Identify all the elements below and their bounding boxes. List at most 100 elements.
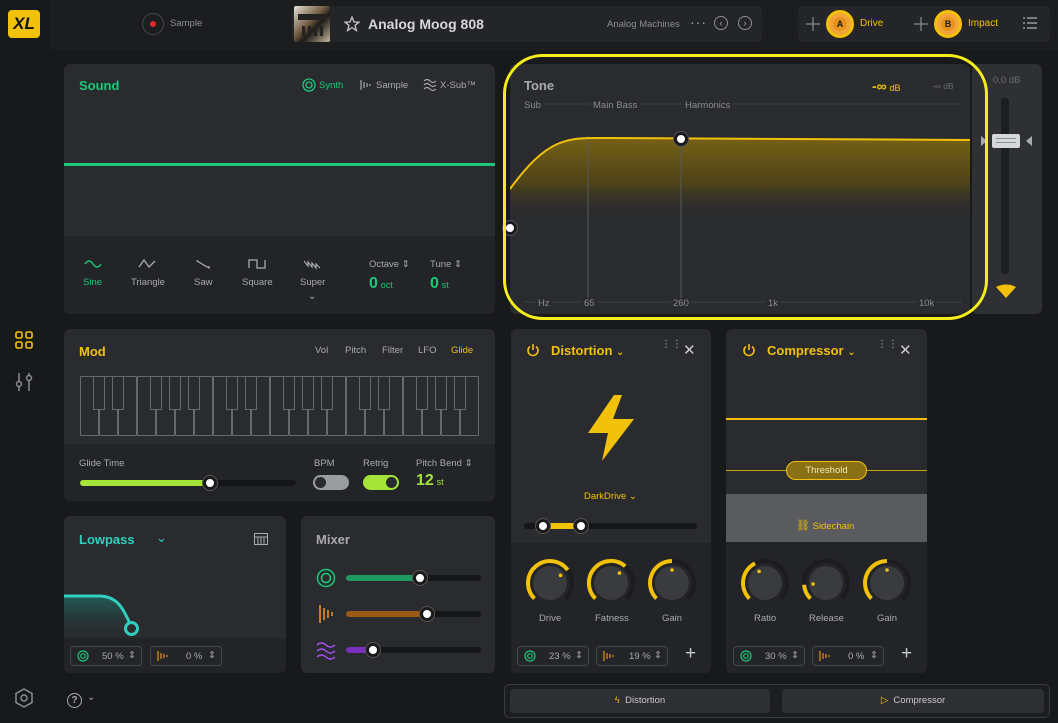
wave-saw[interactable]: Saw (194, 277, 212, 288)
distortion-synth-amount[interactable]: 23 % ⇕ (517, 646, 589, 666)
chain-compressor-button[interactable]: ▷ Compressor (782, 689, 1044, 713)
compressor-synth-amount[interactable]: 30 % ⇕ (733, 646, 805, 666)
piano-black-key[interactable] (302, 376, 314, 410)
macro-b-knob[interactable]: B (934, 10, 962, 38)
drive-knob[interactable] (524, 557, 576, 609)
distortion-close-button[interactable]: ✕ (683, 341, 696, 359)
octave-value[interactable]: 0 oct (369, 275, 393, 293)
mod-tab-vol[interactable]: Vol (315, 345, 328, 356)
list-menu-icon[interactable] (1023, 17, 1037, 29)
piano-black-key[interactable] (226, 376, 238, 410)
piano-black-key[interactable] (283, 376, 295, 410)
piano-black-key[interactable] (454, 376, 466, 410)
piano-black-key[interactable] (169, 376, 181, 410)
super-expand-chevron-icon[interactable]: ⌄ (308, 291, 316, 302)
tone-sub-handle[interactable] (503, 221, 517, 235)
compressor-add-button[interactable]: + (901, 644, 912, 664)
record-button[interactable] (142, 13, 164, 35)
fatness-knob[interactable] (585, 557, 637, 609)
distortion-drag-handle-icon[interactable]: ⋮⋮ (661, 340, 683, 350)
distortion-power-icon[interactable] (526, 343, 540, 357)
compressor-close-button[interactable]: ✕ (899, 341, 912, 359)
mod-tab-lfo[interactable]: LFO (418, 345, 436, 356)
help-icon[interactable]: ? (67, 693, 82, 708)
pitch-bend-value[interactable]: 12 st (416, 472, 444, 490)
compressor-sample-amount[interactable]: 0 % ⇕ (812, 646, 884, 666)
tone-curve[interactable] (510, 64, 970, 314)
triangle-wave-icon[interactable] (138, 258, 156, 270)
square-wave-icon[interactable] (248, 258, 266, 270)
filter-type-chevron-icon[interactable]: ⌄ (156, 530, 167, 546)
xsub-mode-icon[interactable] (423, 78, 437, 92)
tune-label[interactable]: Tune ⇕ (430, 259, 462, 270)
chain-distortion-button[interactable]: ϟ Distortion (510, 689, 770, 713)
sample-mode-icon[interactable] (360, 78, 372, 92)
piano-black-key[interactable] (245, 376, 257, 410)
preset-name[interactable]: Analog Moog 808 (368, 16, 484, 32)
distortion-add-button[interactable]: + (685, 644, 696, 664)
more-options-icon[interactable]: ··· (690, 14, 707, 30)
compressor-power-icon[interactable] (742, 343, 756, 357)
next-preset-button[interactable]: › (738, 16, 752, 30)
prev-preset-button[interactable]: ‹ (714, 16, 728, 30)
tone-harmonics-handle[interactable] (674, 132, 688, 146)
retrig-toggle[interactable] (363, 475, 399, 490)
distortion-type[interactable]: DarkDrive ⌄ (584, 491, 637, 502)
distortion-gain-knob[interactable] (646, 557, 698, 609)
piano-black-key[interactable] (359, 376, 371, 410)
threshold-handle[interactable]: Threshold (786, 461, 867, 480)
sidechain-area[interactable] (726, 494, 927, 542)
settings-hex-icon[interactable] (14, 688, 34, 708)
wave-triangle[interactable]: Triangle (131, 277, 165, 288)
mod-tab-pitch[interactable]: Pitch (345, 345, 366, 356)
mode-xsub[interactable]: X-Sub™ (440, 80, 476, 91)
synth-mode-icon[interactable] (302, 78, 316, 92)
piano-black-key[interactable] (435, 376, 447, 410)
filter-synth-amount[interactable]: 50 % ⇕ (70, 646, 142, 666)
mixer-synth-handle[interactable] (413, 571, 427, 585)
mixer-xsub-handle[interactable] (366, 643, 380, 657)
wave-sine[interactable]: Sine (83, 277, 102, 288)
bpm-toggle[interactable] (313, 475, 349, 490)
sidechain-button[interactable]: ⛓ Sidechain (796, 519, 854, 532)
grid-icon[interactable] (15, 331, 33, 349)
distortion-range-high-handle[interactable] (574, 519, 588, 533)
compressor-drag-handle-icon[interactable]: ⋮⋮ (877, 340, 899, 350)
wave-square[interactable]: Square (242, 277, 273, 288)
wave-super[interactable]: Super (300, 277, 325, 288)
compressor-gain-knob[interactable] (861, 557, 913, 609)
octave-label[interactable]: Octave ⇕ (369, 259, 410, 270)
preset-thumbnail[interactable] (294, 6, 330, 42)
piano-black-key[interactable] (416, 376, 428, 410)
filter-piano-roll-icon[interactable] (254, 533, 268, 545)
favorite-star-icon[interactable] (343, 15, 361, 32)
distortion-range-low-handle[interactable] (536, 519, 550, 533)
piano-black-key[interactable] (188, 376, 200, 410)
move-macro-b-icon[interactable] (914, 17, 928, 31)
glide-time-handle[interactable] (203, 476, 217, 490)
tune-value[interactable]: 0 st (430, 275, 449, 293)
ratio-knob[interactable] (739, 557, 791, 609)
pitch-bend-label[interactable]: Pitch Bend ⇕ (416, 458, 473, 469)
mod-tab-glide[interactable]: Glide (451, 345, 473, 356)
super-wave-icon[interactable] (303, 258, 321, 270)
tone-db-value[interactable]: -∞ dB (872, 78, 900, 94)
move-macro-a-icon[interactable] (806, 17, 820, 31)
piano-black-key[interactable] (321, 376, 333, 410)
piano-black-key[interactable] (93, 376, 105, 410)
keyboard[interactable] (80, 376, 479, 436)
mixer-sample-handle[interactable] (420, 607, 434, 621)
distortion-sample-amount[interactable]: 19 % ⇕ (596, 646, 668, 666)
output-volume-handle[interactable] (992, 134, 1020, 148)
release-knob[interactable] (800, 557, 852, 609)
mode-synth[interactable]: Synth (319, 80, 343, 91)
filter-cutoff-handle[interactable] (124, 621, 139, 636)
sliders-icon[interactable] (15, 372, 33, 392)
sine-wave-icon[interactable] (84, 258, 102, 270)
macro-a-knob[interactable]: A (826, 10, 854, 38)
filter-title[interactable]: Lowpass (79, 532, 135, 547)
filter-sample-amount[interactable]: 0 % ⇕ (150, 646, 222, 666)
output-signal-icon[interactable] (996, 284, 1016, 298)
mode-sample[interactable]: Sample (376, 80, 408, 91)
piano-black-key[interactable] (112, 376, 124, 410)
